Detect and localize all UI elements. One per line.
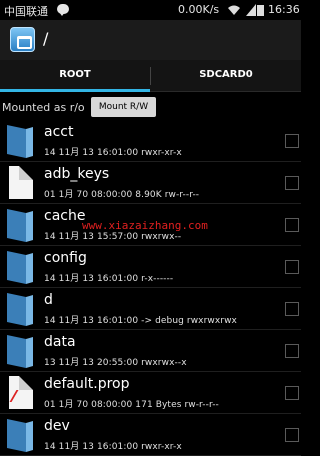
- file-name: d: [44, 292, 53, 308]
- file-meta: 14 11月 13 16:01:00 -> debug rwxrwxrwx: [44, 316, 237, 326]
- list-item[interactable]: default.prop 01 1月 70 08:00:00 171 Bytes…: [0, 372, 301, 414]
- file-meta: 13 11月 13 20:55:00 rwxrwx--x: [44, 358, 187, 368]
- tab-sdcard0[interactable]: SDCARD0: [151, 60, 301, 92]
- select-checkbox[interactable]: [285, 386, 299, 400]
- file-list: acct 14 11月 13 16:01:00 rwxr-xr-x adb_ke…: [0, 120, 301, 456]
- file-meta: 14 11月 13 16:01:00 rwxr-xr-x: [44, 442, 182, 452]
- list-item[interactable]: d 14 11月 13 16:01:00 -> debug rwxrwxrwx: [0, 288, 301, 330]
- folder-icon: [7, 293, 33, 326]
- carrier-label: 中国联通: [4, 5, 48, 18]
- watermark: www.xiazaizhang.com: [82, 219, 208, 232]
- file-icon: [9, 166, 33, 199]
- select-checkbox[interactable]: [285, 344, 299, 358]
- message-notification-icon: [57, 4, 69, 16]
- mount-status-label: Mounted as r/o: [2, 101, 85, 114]
- network-speed: 0.00K/s: [178, 3, 220, 16]
- list-item[interactable]: adb_keys 01 1月 70 08:00:00 8.90K rw-r--r…: [0, 162, 301, 204]
- list-item[interactable]: data 13 11月 13 20:55:00 rwxrwx--x: [0, 330, 301, 372]
- clock: 16:36: [268, 3, 300, 16]
- file-name: default.prop: [44, 376, 130, 392]
- select-checkbox[interactable]: [285, 134, 299, 148]
- tab-bar: ROOT SDCARD0: [0, 60, 301, 92]
- select-checkbox[interactable]: [285, 428, 299, 442]
- title-bar: /: [0, 20, 301, 60]
- mount-rw-button[interactable]: Mount R/W: [91, 97, 156, 117]
- signal-icon: [246, 4, 256, 16]
- file-meta: 14 11月 13 16:01:00 r-x------: [44, 274, 174, 284]
- select-checkbox[interactable]: [285, 302, 299, 316]
- wifi-icon: [228, 5, 240, 15]
- select-checkbox[interactable]: [285, 176, 299, 190]
- mount-bar: Mounted as r/o Mount R/W: [0, 93, 301, 120]
- app-icon[interactable]: [10, 27, 35, 52]
- file-meta: 01 1月 70 08:00:00 171 Bytes rw-r--r--: [44, 400, 219, 410]
- folder-icon: [7, 335, 33, 368]
- list-item[interactable]: dev 14 11月 13 16:01:00 rwxr-xr-x: [0, 414, 301, 456]
- file-name: dev: [44, 418, 70, 434]
- current-path: /: [43, 29, 49, 48]
- list-item[interactable]: acct 14 11月 13 16:01:00 rwxr-xr-x: [0, 120, 301, 162]
- select-checkbox[interactable]: [285, 218, 299, 232]
- folder-icon: [7, 209, 33, 242]
- folder-icon: [7, 125, 33, 158]
- list-item[interactable]: config 14 11月 13 16:01:00 r-x------: [0, 246, 301, 288]
- battery-icon: [257, 5, 264, 16]
- file-name: data: [44, 334, 76, 350]
- folder-icon: [7, 251, 33, 284]
- tab-root[interactable]: ROOT: [0, 60, 150, 92]
- file-name: acct: [44, 124, 74, 140]
- file-meta: 01 1月 70 08:00:00 8.90K rw-r--r--: [44, 190, 200, 200]
- prop-file-icon: [9, 376, 33, 409]
- file-name: cache: [44, 208, 86, 224]
- file-meta: 14 11月 13 16:01:00 rwxr-xr-x: [44, 148, 182, 158]
- file-name: config: [44, 250, 87, 266]
- status-bar: 中国联通 0.00K/s 16:36: [0, 0, 301, 20]
- folder-icon: [7, 419, 33, 452]
- file-name: adb_keys: [44, 166, 110, 182]
- select-checkbox[interactable]: [285, 260, 299, 274]
